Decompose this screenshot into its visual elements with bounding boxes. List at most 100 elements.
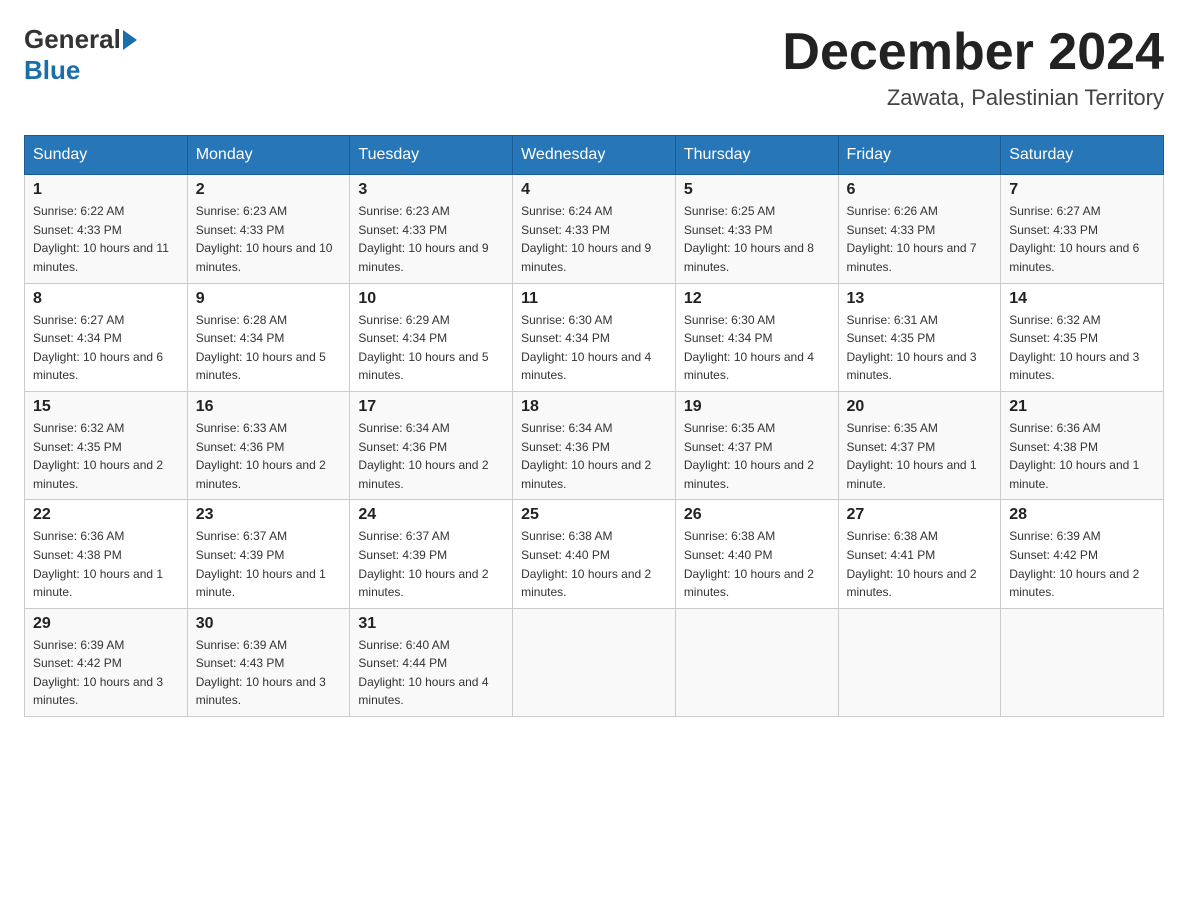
- day-info: Sunrise: 6:24 AMSunset: 4:33 PMDaylight:…: [521, 202, 667, 276]
- day-info: Sunrise: 6:22 AMSunset: 4:33 PMDaylight:…: [33, 202, 179, 276]
- day-number: 2: [196, 181, 342, 199]
- col-wednesday: Wednesday: [513, 136, 676, 175]
- logo-blue-text: Blue: [24, 55, 80, 86]
- day-info: Sunrise: 6:37 AMSunset: 4:39 PMDaylight:…: [196, 527, 342, 601]
- day-number: 29: [33, 615, 179, 633]
- table-row: 20 Sunrise: 6:35 AMSunset: 4:37 PMDayligh…: [838, 391, 1001, 499]
- table-row: 6 Sunrise: 6:26 AMSunset: 4:33 PMDaylight…: [838, 175, 1001, 283]
- table-row: 2 Sunrise: 6:23 AMSunset: 4:33 PMDaylight…: [187, 175, 350, 283]
- week-row-5: 29Sunrise: 6:39 AMSunset: 4:42 PMDayligh…: [25, 608, 1164, 716]
- table-row: 22 Sunrise: 6:36 AMSunset: 4:38 PMDayligh…: [25, 500, 188, 608]
- table-row: 17 Sunrise: 6:34 AMSunset: 4:36 PMDayligh…: [350, 391, 513, 499]
- table-row: 19 Sunrise: 6:35 AMSunset: 4:37 PMDayligh…: [675, 391, 838, 499]
- day-info: Sunrise: 6:32 AMSunset: 4:35 PMDaylight:…: [33, 419, 179, 493]
- day-number: 14: [1009, 290, 1155, 308]
- table-row: 30 Sunrise: 6:39 AMSunset: 4:43 PMDayligh…: [187, 608, 350, 716]
- table-row: 25 Sunrise: 6:38 AMSunset: 4:40 PMDayligh…: [513, 500, 676, 608]
- day-number: 22: [33, 506, 179, 524]
- day-info: Sunrise: 6:35 AMSunset: 4:37 PMDaylight:…: [847, 419, 993, 493]
- day-info: Sunrise: 6:28 AMSunset: 4:34 PMDaylight:…: [196, 311, 342, 385]
- day-info: Sunrise: 6:30 AMSunset: 4:34 PMDaylight:…: [521, 311, 667, 385]
- table-row: 16Sunrise: 6:33 AMSunset: 4:36 PMDayligh…: [187, 391, 350, 499]
- day-info: Sunrise: 6:38 AMSunset: 4:41 PMDaylight:…: [847, 527, 993, 601]
- day-info: Sunrise: 6:40 AMSunset: 4:44 PMDaylight:…: [358, 636, 504, 710]
- day-info: Sunrise: 6:27 AMSunset: 4:33 PMDaylight:…: [1009, 202, 1155, 276]
- day-number: 27: [847, 506, 993, 524]
- col-saturday: Saturday: [1001, 136, 1164, 175]
- day-number: 31: [358, 615, 504, 633]
- table-row: 18 Sunrise: 6:34 AMSunset: 4:36 PMDayligh…: [513, 391, 676, 499]
- day-info: Sunrise: 6:23 AMSunset: 4:33 PMDaylight:…: [358, 202, 504, 276]
- table-row: 13Sunrise: 6:31 AMSunset: 4:35 PMDayligh…: [838, 283, 1001, 391]
- table-row: 31 Sunrise: 6:40 AMSunset: 4:44 PMDayligh…: [350, 608, 513, 716]
- col-tuesday: Tuesday: [350, 136, 513, 175]
- day-info: Sunrise: 6:23 AMSunset: 4:33 PMDaylight:…: [196, 202, 342, 276]
- day-number: 20: [847, 398, 993, 416]
- col-friday: Friday: [838, 136, 1001, 175]
- day-info: Sunrise: 6:38 AMSunset: 4:40 PMDaylight:…: [684, 527, 830, 601]
- week-row-1: 1 Sunrise: 6:22 AMSunset: 4:33 PMDaylight…: [25, 175, 1164, 283]
- day-number: 4: [521, 181, 667, 199]
- day-info: Sunrise: 6:39 AMSunset: 4:43 PMDaylight:…: [196, 636, 342, 710]
- table-row: 26 Sunrise: 6:38 AMSunset: 4:40 PMDayligh…: [675, 500, 838, 608]
- day-number: 15: [33, 398, 179, 416]
- day-number: 18: [521, 398, 667, 416]
- table-row: 10Sunrise: 6:29 AMSunset: 4:34 PMDayligh…: [350, 283, 513, 391]
- day-number: 23: [196, 506, 342, 524]
- location-subtitle: Zawata, Palestinian Territory: [782, 85, 1164, 111]
- day-info: Sunrise: 6:29 AMSunset: 4:34 PMDaylight:…: [358, 311, 504, 385]
- day-number: 3: [358, 181, 504, 199]
- table-row: 28Sunrise: 6:39 AMSunset: 4:42 PMDayligh…: [1001, 500, 1164, 608]
- table-row: 4 Sunrise: 6:24 AMSunset: 4:33 PMDaylight…: [513, 175, 676, 283]
- table-row: 11 Sunrise: 6:30 AMSunset: 4:34 PMDayligh…: [513, 283, 676, 391]
- day-info: Sunrise: 6:38 AMSunset: 4:40 PMDaylight:…: [521, 527, 667, 601]
- day-info: Sunrise: 6:30 AMSunset: 4:34 PMDaylight:…: [684, 311, 830, 385]
- table-row: 29Sunrise: 6:39 AMSunset: 4:42 PMDayligh…: [25, 608, 188, 716]
- day-number: 1: [33, 181, 179, 199]
- day-number: 8: [33, 290, 179, 308]
- title-section: December 2024 Zawata, Palestinian Territ…: [782, 24, 1164, 111]
- day-number: 7: [1009, 181, 1155, 199]
- col-thursday: Thursday: [675, 136, 838, 175]
- table-row: 12 Sunrise: 6:30 AMSunset: 4:34 PMDayligh…: [675, 283, 838, 391]
- day-info: Sunrise: 6:25 AMSunset: 4:33 PMDaylight:…: [684, 202, 830, 276]
- day-info: Sunrise: 6:34 AMSunset: 4:36 PMDaylight:…: [358, 419, 504, 493]
- col-monday: Monday: [187, 136, 350, 175]
- day-number: 11: [521, 290, 667, 308]
- day-info: Sunrise: 6:36 AMSunset: 4:38 PMDaylight:…: [33, 527, 179, 601]
- day-info: Sunrise: 6:36 AMSunset: 4:38 PMDaylight:…: [1009, 419, 1155, 493]
- table-row: 23 Sunrise: 6:37 AMSunset: 4:39 PMDayligh…: [187, 500, 350, 608]
- day-info: Sunrise: 6:35 AMSunset: 4:37 PMDaylight:…: [684, 419, 830, 493]
- table-row: 21 Sunrise: 6:36 AMSunset: 4:38 PMDayligh…: [1001, 391, 1164, 499]
- table-row: 3 Sunrise: 6:23 AMSunset: 4:33 PMDaylight…: [350, 175, 513, 283]
- table-row: 15 Sunrise: 6:32 AMSunset: 4:35 PMDayligh…: [25, 391, 188, 499]
- calendar-table: Sunday Monday Tuesday Wednesday Thursday…: [24, 135, 1164, 717]
- week-row-4: 22 Sunrise: 6:36 AMSunset: 4:38 PMDayligh…: [25, 500, 1164, 608]
- day-number: 26: [684, 506, 830, 524]
- table-row: 14Sunrise: 6:32 AMSunset: 4:35 PMDayligh…: [1001, 283, 1164, 391]
- week-row-3: 15 Sunrise: 6:32 AMSunset: 4:35 PMDayligh…: [25, 391, 1164, 499]
- table-row: 27 Sunrise: 6:38 AMSunset: 4:41 PMDayligh…: [838, 500, 1001, 608]
- day-number: 21: [1009, 398, 1155, 416]
- page-header: General Blue December 2024 Zawata, Pales…: [24, 24, 1164, 111]
- table-row: 1 Sunrise: 6:22 AMSunset: 4:33 PMDaylight…: [25, 175, 188, 283]
- table-row: 8 Sunrise: 6:27 AMSunset: 4:34 PMDaylight…: [25, 283, 188, 391]
- table-row: [675, 608, 838, 716]
- day-number: 12: [684, 290, 830, 308]
- table-row: 9Sunrise: 6:28 AMSunset: 4:34 PMDaylight…: [187, 283, 350, 391]
- day-number: 30: [196, 615, 342, 633]
- day-number: 16: [196, 398, 342, 416]
- day-info: Sunrise: 6:27 AMSunset: 4:34 PMDaylight:…: [33, 311, 179, 385]
- day-info: Sunrise: 6:34 AMSunset: 4:36 PMDaylight:…: [521, 419, 667, 493]
- day-info: Sunrise: 6:26 AMSunset: 4:33 PMDaylight:…: [847, 202, 993, 276]
- day-number: 25: [521, 506, 667, 524]
- month-title: December 2024: [782, 24, 1164, 81]
- day-info: Sunrise: 6:39 AMSunset: 4:42 PMDaylight:…: [1009, 527, 1155, 601]
- day-number: 24: [358, 506, 504, 524]
- day-number: 17: [358, 398, 504, 416]
- table-row: 24 Sunrise: 6:37 AMSunset: 4:39 PMDayligh…: [350, 500, 513, 608]
- day-number: 6: [847, 181, 993, 199]
- day-number: 19: [684, 398, 830, 416]
- day-number: 5: [684, 181, 830, 199]
- day-info: Sunrise: 6:37 AMSunset: 4:39 PMDaylight:…: [358, 527, 504, 601]
